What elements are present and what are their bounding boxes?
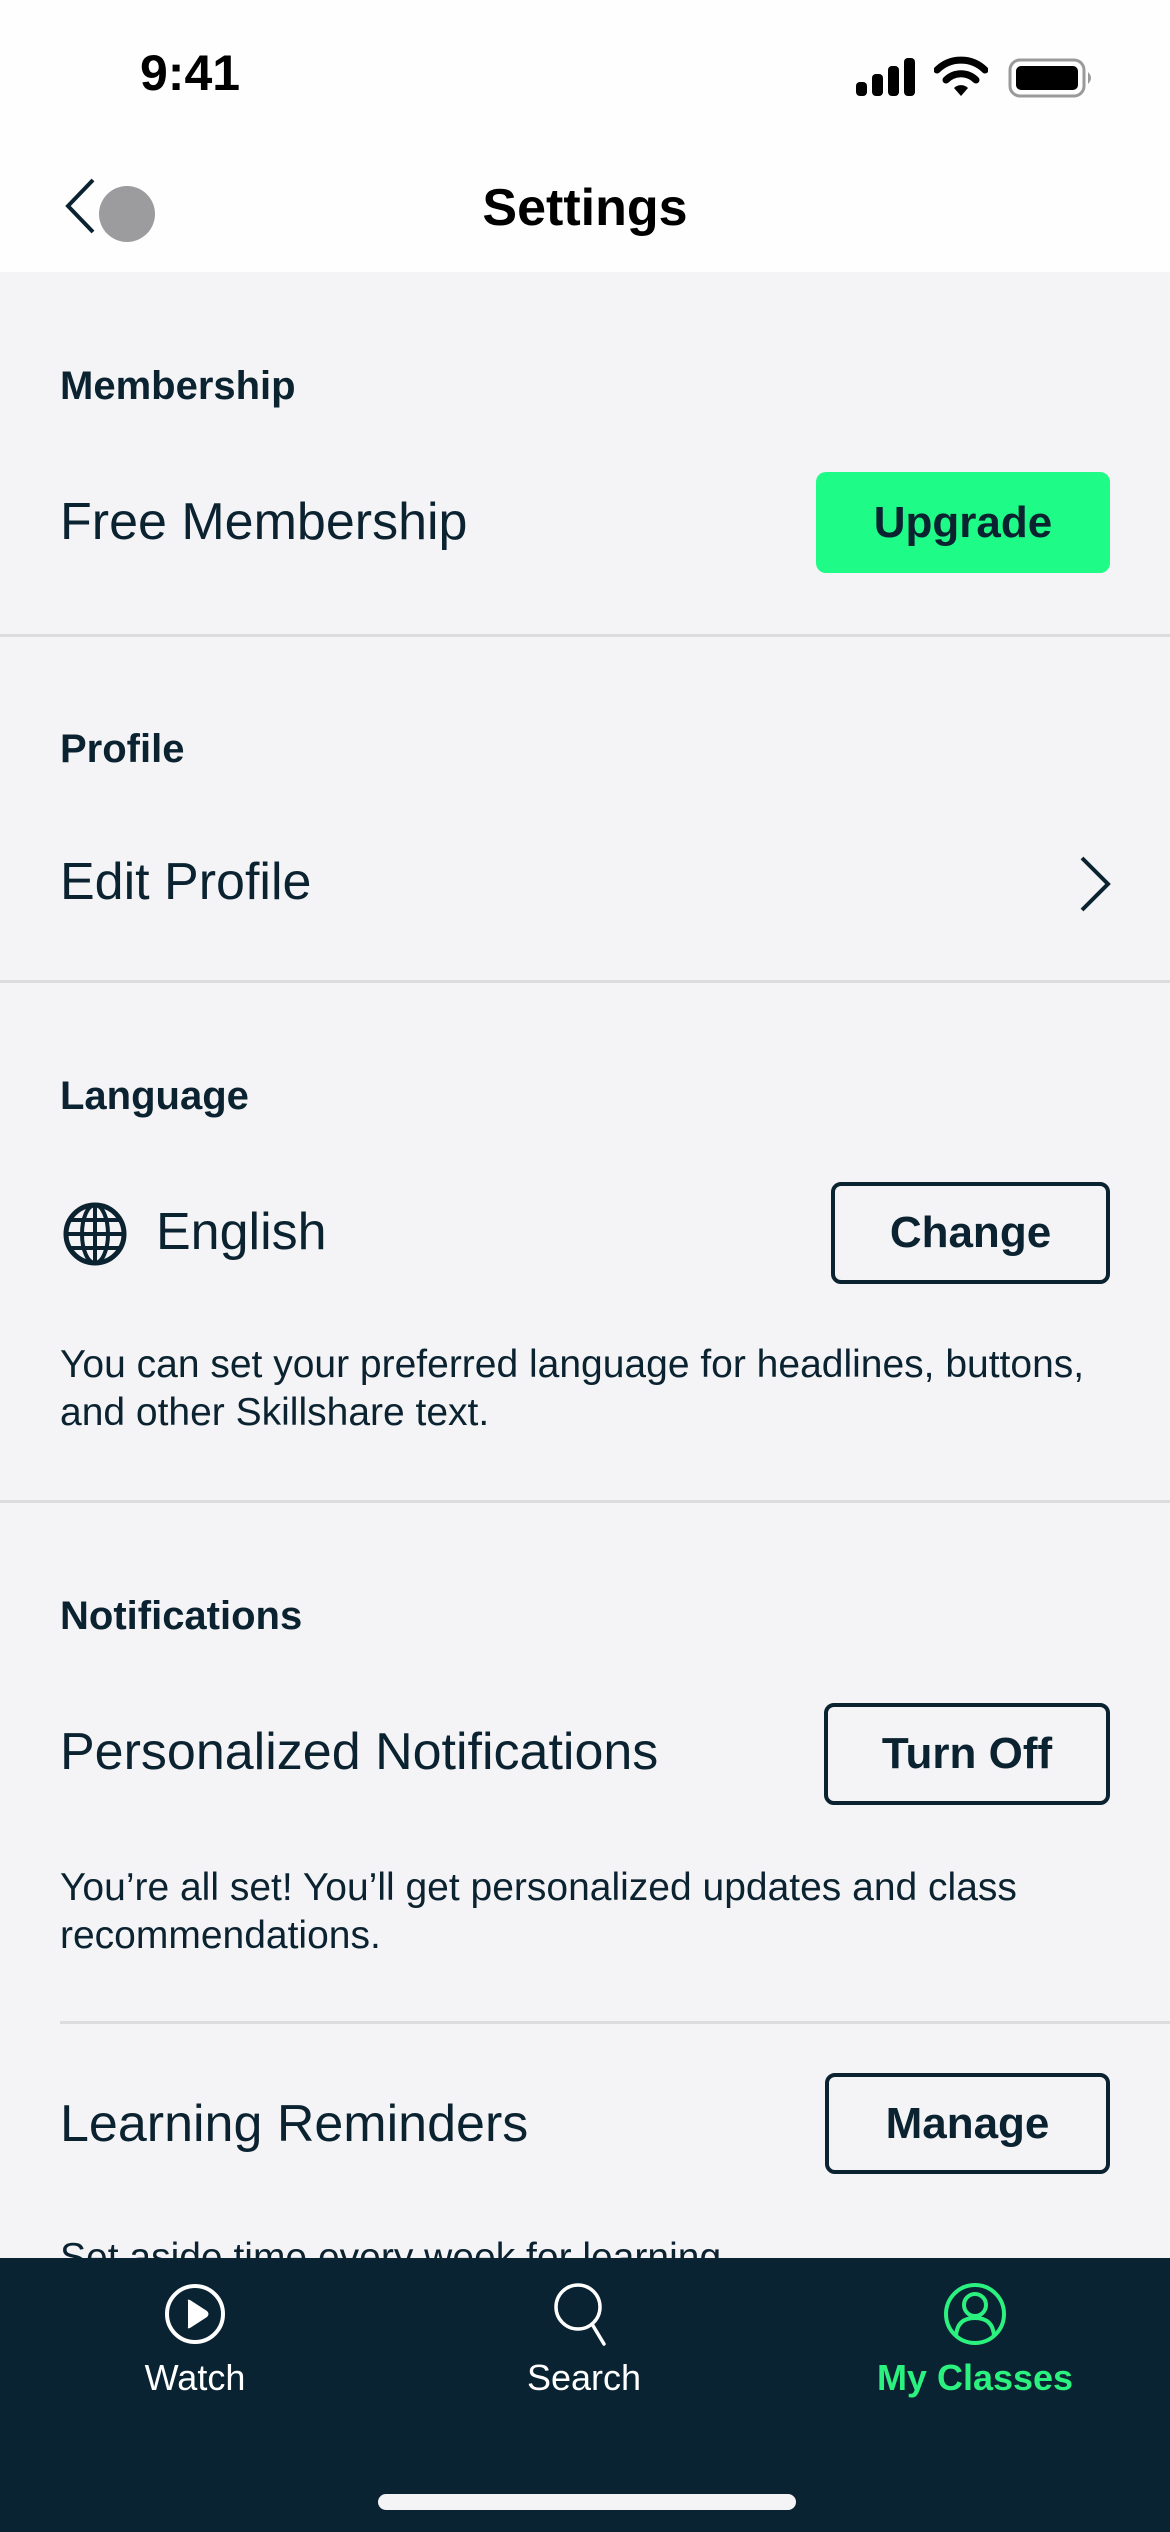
manage-reminders-button[interactable]: Manage — [825, 2073, 1110, 2174]
section-heading-profile: Profile — [60, 727, 185, 771]
edit-profile-label: Edit Profile — [60, 853, 312, 911]
search-icon — [554, 2283, 606, 2346]
page-title: Settings — [482, 179, 688, 237]
home-indicator[interactable] — [378, 2494, 796, 2510]
tab-label: My Classes — [876, 2357, 1074, 2398]
upgrade-button[interactable]: Upgrade — [816, 472, 1110, 573]
language-description: You can set your preferred language for … — [60, 1343, 1085, 1434]
section-heading-notifications: Notifications — [60, 1594, 303, 1638]
divider — [0, 1500, 1170, 1503]
globe-icon — [63, 1202, 127, 1266]
tab-my-classes[interactable]: My Classes — [825, 2270, 1125, 2410]
status-time: 9:41 — [140, 45, 241, 101]
user-circle-icon — [944, 2283, 1006, 2345]
divider — [0, 980, 1170, 983]
membership-status: Free Membership — [60, 493, 468, 551]
battery-icon — [1008, 58, 1091, 98]
divider — [0, 634, 1170, 637]
tab-search[interactable]: Search — [434, 2270, 734, 2410]
play-circle-icon — [165, 2284, 225, 2344]
divider — [60, 2021, 1170, 2024]
edit-profile-row[interactable]: Edit Profile — [0, 820, 1170, 950]
turn-off-notifications-button[interactable]: Turn Off — [824, 1703, 1110, 1805]
current-language: English — [156, 1203, 327, 1261]
tab-watch[interactable]: Watch — [45, 2270, 345, 2410]
personalized-notifications-label: Personalized Notifications — [60, 1723, 659, 1781]
personalized-notifications-description: You’re all set! You’ll get personalized … — [60, 1866, 1017, 1957]
cellular-signal-icon — [856, 58, 915, 96]
wifi-icon — [934, 56, 988, 96]
tab-label: Search — [526, 2357, 642, 2398]
change-language-button[interactable]: Change — [831, 1182, 1110, 1284]
chevron-right-icon — [1080, 856, 1111, 912]
section-heading-membership: Membership — [60, 364, 296, 408]
section-heading-language: Language — [60, 1074, 249, 1118]
tab-label: Watch — [144, 2357, 246, 2398]
learning-reminders-label: Learning Reminders — [60, 2095, 529, 2153]
